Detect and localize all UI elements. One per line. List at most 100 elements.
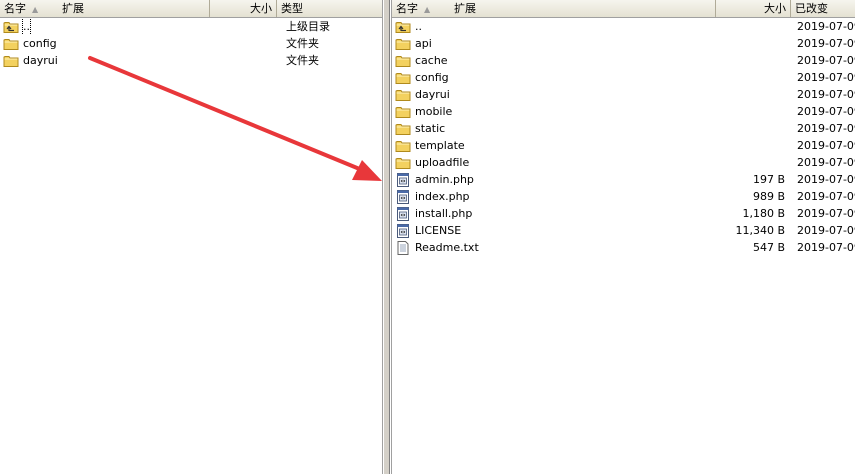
left-header-size-label: 大小 [250,2,272,15]
folder-icon [3,37,19,51]
right-file-row[interactable]: config 2019-07-09 [392,69,855,86]
text-file-icon [395,240,411,255]
folder-up-icon [395,20,411,34]
file-size [716,120,785,137]
left-header-name[interactable]: 名字 ▲ 扩展 [0,0,210,17]
right-file-row[interactable]: Readme.txt 547 B 2019-07-09 [392,239,855,256]
right-name-cell: dayrui [395,86,695,103]
right-name-cell: uploadfile [395,154,695,171]
right-name-cell: LICENSE [395,222,695,239]
left-header-size[interactable]: 大小 [210,0,277,17]
folder-icon [395,122,411,136]
file-modified: 2019-07-09 [797,71,855,84]
php-file-icon [395,189,411,204]
right-header-name-label: 名字 [396,2,418,15]
file-size: 11,340 B [735,224,785,237]
right-file-row[interactable]: install.php 1,180 B 2019-07-09 [392,205,855,222]
sort-ascending-icon: ▲ [32,5,39,14]
folder-icon [395,37,411,51]
right-file-pane[interactable]: 名字 ▲ 扩展 大小 已改变 .. 2019-07-09 api 2019-07-09 c… [391,0,855,474]
file-modified: 2019-07-09 [797,173,855,186]
folder-icon [395,139,411,153]
left-header-type-label: 类型 [281,2,303,15]
file-modified: 2019-07-09 [797,139,855,152]
right-name-cell: config [395,69,695,86]
right-column-header: 名字 ▲ 扩展 大小 已改变 [392,0,855,18]
file-size [716,137,785,154]
file-name: api [415,37,432,50]
file-modified: 2019-07-09 [797,54,855,67]
file-modified: 2019-07-09 [797,105,855,118]
right-name-cell: cache [395,52,695,69]
right-name-cell: index.php [395,188,695,205]
file-size: 547 B [752,241,785,254]
right-file-list: .. 2019-07-09 api 2019-07-09 cache 2019-07-09… [392,18,855,256]
right-name-cell: static [395,120,695,137]
left-file-row[interactable]: dayrui 文件夹 [0,52,382,69]
php-file-icon [395,223,411,238]
left-name-cell: config [3,35,203,52]
folder-icon [395,71,411,85]
file-name: static [415,122,446,135]
file-size: 989 B [752,190,785,203]
pane-splitter[interactable] [383,0,390,474]
file-name: dayrui [23,54,58,67]
right-header-ext-label: 扩展 [454,2,476,15]
right-file-row[interactable]: uploadfile 2019-07-09 [392,154,855,171]
file-name: .. [22,18,31,35]
file-modified: 2019-07-09 [797,20,855,33]
right-header-name[interactable]: 名字 ▲ 扩展 [392,0,716,17]
file-name: .. [415,20,422,33]
file-size [716,69,785,86]
file-modified: 2019-07-09 [797,224,855,237]
right-name-cell: api [395,35,695,52]
folder-icon [395,54,411,68]
right-file-row[interactable]: api 2019-07-09 [392,35,855,52]
file-modified: 2019-07-09 [797,37,855,50]
right-file-row[interactable]: mobile 2019-07-09 [392,103,855,120]
folder-icon [395,105,411,119]
right-file-row[interactable]: template 2019-07-09 [392,137,855,154]
file-modified: 2019-07-09 [797,190,855,203]
file-name: cache [415,54,448,67]
right-file-row[interactable]: index.php 989 B 2019-07-09 [392,188,855,205]
right-file-row[interactable]: admin.php 197 B 2019-07-09 [392,171,855,188]
file-name: template [415,139,465,152]
folder-up-icon [3,20,19,34]
left-name-cell: .. [3,18,203,35]
right-name-cell: admin.php [395,171,695,188]
left-file-row[interactable]: .. 上级目录 [0,18,382,35]
file-size: 197 B [752,173,785,186]
right-file-row[interactable]: static 2019-07-09 [392,120,855,137]
file-type: 上级目录 [286,20,330,33]
right-file-row[interactable]: dayrui 2019-07-09 [392,86,855,103]
left-file-row[interactable]: config 文件夹 [0,35,382,52]
left-file-pane[interactable]: 名字 ▲ 扩展 大小 类型 .. 上级目录 config 文件夹 dayrui 文件夹 [0,0,383,474]
right-name-cell: mobile [395,103,695,120]
left-file-list: .. 上级目录 config 文件夹 dayrui 文件夹 [0,18,382,69]
file-size [716,52,785,69]
left-header-type[interactable]: 类型 [277,0,382,17]
file-name: index.php [415,190,470,203]
file-name: admin.php [415,173,474,186]
file-size [716,18,785,35]
file-name: dayrui [415,88,450,101]
left-name-cell: dayrui [3,52,203,69]
file-type: 文件夹 [286,37,319,50]
file-name: Readme.txt [415,241,479,254]
left-header-ext-label: 扩展 [62,2,84,15]
right-header-modified-label: 已改变 [795,2,828,15]
file-modified: 2019-07-09 [797,241,855,254]
folder-icon [395,88,411,102]
right-name-cell: Readme.txt [395,239,695,256]
right-header-size[interactable]: 大小 [716,0,791,17]
right-name-cell: template [395,137,695,154]
right-header-modified[interactable]: 已改变 [791,0,855,17]
right-file-row[interactable]: cache 2019-07-09 [392,52,855,69]
file-name: config [415,71,449,84]
right-file-row[interactable]: .. 2019-07-09 [392,18,855,35]
sort-ascending-icon: ▲ [424,5,431,14]
right-name-cell: install.php [395,205,695,222]
php-file-icon [395,206,411,221]
right-file-row[interactable]: LICENSE 11,340 B 2019-07-09 [392,222,855,239]
